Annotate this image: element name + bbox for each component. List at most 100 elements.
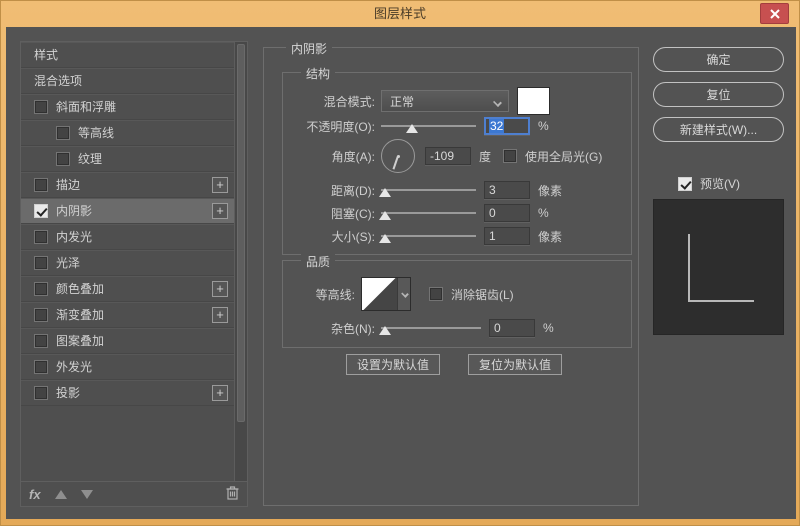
size-slider[interactable]	[381, 228, 476, 244]
bevel-emboss-checkbox[interactable]	[34, 100, 48, 114]
add-stroke-button[interactable]: +	[212, 177, 228, 193]
distance-row: 距离(D): 3 像素	[283, 181, 562, 199]
sidebar-item-blending-options[interactable]: 混合选项	[21, 68, 234, 94]
opacity-slider[interactable]	[381, 118, 476, 134]
move-effect-up-button[interactable]	[55, 490, 67, 499]
contour-checkbox[interactable]	[56, 126, 70, 140]
drop-shadow-checkbox[interactable]	[34, 386, 48, 400]
scrollbar-thumb[interactable]	[237, 44, 245, 422]
reset-button[interactable]: 复位	[653, 82, 784, 107]
sidebar-item-contour[interactable]: 等高线	[21, 120, 234, 146]
sidebar-item-satin[interactable]: 光泽	[21, 250, 234, 276]
new-style-button[interactable]: 新建样式(W)...	[653, 117, 784, 142]
angle-label: 角度(A):	[283, 148, 375, 165]
inner-shadow-checkbox[interactable]	[34, 204, 48, 218]
chevron-down-icon	[493, 98, 502, 107]
contour-thumbnail	[362, 278, 397, 310]
texture-checkbox[interactable]	[56, 152, 70, 166]
effects-list: 样式 混合选项 斜面和浮雕 等高线 纹理	[21, 42, 234, 481]
preview-toggle-row: 预览(V)	[678, 175, 740, 192]
blend-mode-select[interactable]: 正常	[381, 90, 509, 112]
add-inner-shadow-button[interactable]: +	[212, 203, 228, 219]
opacity-input[interactable]: 32	[484, 117, 530, 135]
noise-slider[interactable]	[381, 320, 481, 336]
anti-alias-label: 消除锯齿(L)	[451, 286, 514, 303]
anti-alias-checkbox[interactable]	[429, 287, 443, 301]
reset-default-button[interactable]: 复位为默认值	[468, 354, 562, 375]
noise-row: 杂色(N): 0 %	[283, 319, 554, 337]
sidebar-item-color-overlay[interactable]: 颜色叠加 +	[21, 276, 234, 302]
preview-label: 预览(V)	[700, 175, 740, 192]
add-effect-fx-button[interactable]: fx	[29, 487, 41, 502]
choke-label: 阻塞(C):	[283, 205, 375, 222]
color-overlay-checkbox[interactable]	[34, 282, 48, 296]
titlebar[interactable]: 图层样式	[1, 1, 799, 27]
contour-row: 等高线: 消除锯齿(L)	[283, 277, 514, 311]
sidebar-item-inner-shadow[interactable]: 内阴影 +	[21, 198, 234, 224]
pattern-overlay-checkbox[interactable]	[34, 334, 48, 348]
size-label: 大小(S):	[283, 228, 375, 245]
distance-unit: 像素	[538, 182, 562, 199]
make-default-button[interactable]: 设置为默认值	[346, 354, 440, 375]
opacity-label: 不透明度(O):	[283, 118, 375, 135]
chevron-down-icon	[401, 290, 409, 298]
noise-input[interactable]: 0	[489, 319, 535, 337]
quality-legend: 品质	[301, 253, 335, 270]
angle-unit: 度	[479, 148, 491, 165]
quality-group: 品质 等高线: 消除锯齿(L) 杂色(N): 0	[282, 260, 632, 348]
add-drop-shadow-button[interactable]: +	[212, 385, 228, 401]
add-color-overlay-button[interactable]: +	[212, 281, 228, 297]
effects-sidebar: 样式 混合选项 斜面和浮雕 等高线 纹理	[20, 41, 248, 507]
choke-input[interactable]: 0	[484, 204, 530, 222]
style-preview-thumbnail	[653, 199, 784, 335]
size-unit: 像素	[538, 228, 562, 245]
sidebar-item-outer-glow[interactable]: 外发光	[21, 354, 234, 380]
panel-title: 内阴影	[286, 40, 332, 57]
contour-picker[interactable]	[361, 277, 411, 311]
trash-icon	[226, 485, 239, 500]
stroke-checkbox[interactable]	[34, 178, 48, 192]
move-effect-down-button[interactable]	[81, 490, 93, 499]
distance-label: 距离(D):	[283, 182, 375, 199]
size-row: 大小(S): 1 像素	[283, 227, 562, 245]
sidebar-item-pattern-overlay[interactable]: 图案叠加	[21, 328, 234, 354]
dialog-title: 图层样式	[374, 6, 426, 21]
outer-glow-checkbox[interactable]	[34, 360, 48, 374]
close-button[interactable]	[760, 3, 789, 24]
size-input[interactable]: 1	[484, 227, 530, 245]
noise-unit: %	[543, 321, 554, 335]
sidebar-item-gradient-overlay[interactable]: 渐变叠加 +	[21, 302, 234, 328]
close-icon	[770, 9, 780, 19]
choke-unit: %	[538, 206, 549, 220]
angle-row: 角度(A): -109 度 使用全局光(G)	[283, 139, 602, 173]
gradient-overlay-checkbox[interactable]	[34, 308, 48, 322]
choke-row: 阻塞(C): 0 %	[283, 204, 549, 222]
angle-input[interactable]: -109	[425, 147, 471, 165]
sidebar-item-texture[interactable]: 纹理	[21, 146, 234, 172]
sidebar-item-bevel-emboss[interactable]: 斜面和浮雕	[21, 94, 234, 120]
choke-slider[interactable]	[381, 205, 476, 221]
shadow-color-swatch[interactable]	[517, 87, 550, 115]
satin-checkbox[interactable]	[34, 256, 48, 270]
sidebar-item-stroke[interactable]: 描边 +	[21, 172, 234, 198]
sidebar-scrollbar[interactable]	[234, 42, 247, 481]
distance-input[interactable]: 3	[484, 181, 530, 199]
structure-legend: 结构	[301, 65, 335, 82]
ok-button[interactable]: 确定	[653, 47, 784, 72]
delete-effect-button[interactable]	[226, 485, 239, 503]
blend-mode-value: 正常	[390, 93, 414, 110]
blend-mode-row: 混合模式: 正常	[283, 87, 550, 115]
dialog-body: 样式 混合选项 斜面和浮雕 等高线 纹理	[6, 27, 796, 519]
preview-checkbox[interactable]	[678, 177, 692, 191]
use-global-light-label: 使用全局光(G)	[525, 148, 602, 165]
add-gradient-overlay-button[interactable]: +	[212, 307, 228, 323]
structure-group: 结构 混合模式: 正常 不透明度(O): 32	[282, 72, 632, 255]
sidebar-item-drop-shadow[interactable]: 投影 +	[21, 380, 234, 406]
use-global-light-checkbox[interactable]	[503, 149, 517, 163]
angle-dial[interactable]	[381, 139, 415, 173]
contour-dropdown[interactable]	[397, 278, 410, 310]
distance-slider[interactable]	[381, 182, 476, 198]
inner-glow-checkbox[interactable]	[34, 230, 48, 244]
sidebar-item-styles[interactable]: 样式	[21, 42, 234, 68]
sidebar-item-inner-glow[interactable]: 内发光	[21, 224, 234, 250]
